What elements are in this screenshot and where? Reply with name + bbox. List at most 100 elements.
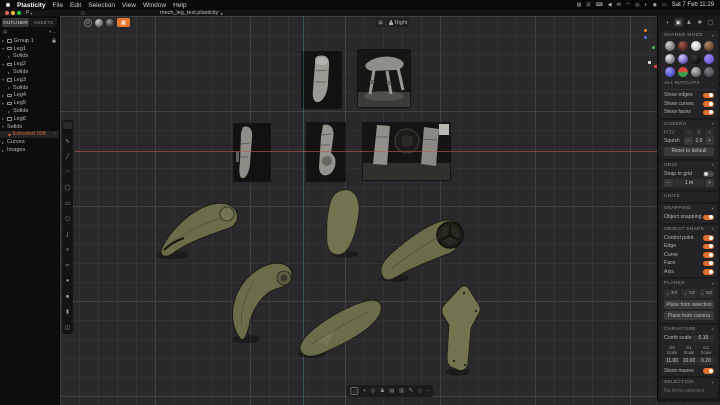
reset-to-default-button[interactable]: Reset to default (664, 146, 714, 156)
gizmo-x-axis-dot[interactable] (644, 29, 647, 32)
object-snapping-toggle[interactable] (703, 214, 714, 220)
selection-header[interactable]: SELECTION ▾ (660, 378, 718, 387)
render-tab[interactable]: ◯ (706, 18, 715, 27)
menu-window[interactable]: Window (143, 2, 166, 9)
matcap-swatch[interactable] (704, 41, 714, 51)
curvature-header[interactable]: CURVATURE ▾ (660, 325, 718, 334)
model-blob-panel[interactable] (326, 189, 360, 256)
outliner-item-leg5[interactable]: ▾ Leg5 (0, 99, 59, 107)
matcap-swatch[interactable] (691, 41, 701, 51)
plane-yz-button[interactable]: ⊥ YZ (681, 289, 697, 298)
grid-size-decrement-button[interactable]: − (664, 179, 673, 187)
show-faces-toggle[interactable] (703, 109, 714, 115)
circle-tool[interactable]: ◯ (64, 185, 70, 191)
matcap-swatch[interactable] (691, 54, 701, 64)
arc-tool[interactable]: ◠ (65, 170, 70, 176)
mail-icon[interactable]: ✉ (617, 2, 621, 8)
show-curves-toggle[interactable] (703, 101, 714, 107)
menu-view[interactable]: View (122, 2, 136, 9)
menu-help[interactable]: Help (173, 2, 186, 9)
control-point-toggle[interactable] (703, 235, 714, 241)
apple-icon[interactable] (6, 3, 10, 7)
outliner-item-solids[interactable]: ▸ Solids (0, 68, 59, 76)
comb-scale-input[interactable]: 0.10 (692, 334, 714, 342)
rect-tool[interactable]: ▭ (65, 201, 70, 207)
plane-from-selection-button[interactable]: Plane from selection (664, 300, 714, 309)
matcap-swatch[interactable] (691, 67, 701, 77)
outliner-item-solids[interactable]: ▸ Solids (0, 53, 59, 61)
spotlight-icon[interactable]: ◎ (635, 2, 639, 8)
gizmo-z-axis-dot[interactable] (644, 36, 647, 39)
shaded-mode-button[interactable] (95, 18, 103, 27)
show-edges-toggle[interactable] (703, 92, 714, 98)
outliner-item-curves[interactable]: ▸ Curves (0, 138, 59, 146)
curve-toggle[interactable] (703, 252, 714, 258)
plane-from-camera-button[interactable]: Plane from camera (664, 311, 714, 320)
view-orientation-button[interactable]: Right (387, 18, 410, 27)
outliner-item-solids[interactable]: ▸ Solids (0, 107, 59, 115)
grid-header[interactable]: GRID ▾ (660, 161, 718, 170)
wifi-icon[interactable]: ◠ (626, 2, 630, 8)
outliner-item-leg4[interactable]: ▸ Leg4 (0, 92, 59, 100)
visibility-icon[interactable]: ~ (53, 131, 56, 137)
collapse-all-icon[interactable]: − (53, 30, 56, 35)
mannequin-tool[interactable]: ♟ (380, 388, 385, 394)
shader-mode-header[interactable]: SHADER MODE ▾ (660, 31, 718, 40)
matcap-swatch[interactable] (678, 41, 688, 51)
grid-size-increment-button[interactable]: + (705, 179, 714, 187)
outliner-item-solids-root[interactable]: ▾ Solids (0, 123, 59, 131)
snap-to-grid-toggle[interactable] (703, 171, 714, 177)
trim-tool[interactable]: ✂ (65, 263, 70, 269)
squish-value[interactable]: 1.0 (694, 137, 704, 146)
matcap-swatch[interactable] (665, 54, 675, 64)
keyboard-icon[interactable]: ⌨ (596, 2, 603, 8)
stage-manager-icon[interactable]: ▤ (577, 2, 582, 8)
scene-tab[interactable]: ▣ (673, 18, 683, 27)
display-icon[interactable]: ⊡ (586, 2, 590, 8)
model-pod-with-hub[interactable] (380, 219, 464, 281)
mirror-tool[interactable]: ◫ (65, 325, 70, 331)
object-snaps-header[interactable]: OBJECT SNAPS ▾ (660, 225, 718, 234)
rendered-mode-button[interactable] (106, 18, 114, 27)
minimize-window-button[interactable] (11, 11, 15, 15)
g2-scale-input[interactable]: 0.20 (698, 356, 714, 365)
show-maxes-toggle[interactable] (703, 368, 714, 374)
matcap-swatch[interactable] (678, 67, 688, 77)
pencil-tool[interactable]: ✎ (65, 139, 70, 145)
outliner-item-solids[interactable]: ▸ Solids (0, 84, 59, 92)
add-tool[interactable]: + (363, 388, 366, 394)
tab-assets[interactable]: ASSETS (30, 18, 57, 27)
shading-tab[interactable]: ◖ (663, 18, 672, 27)
box-tool[interactable]: ◻ (65, 216, 70, 222)
outliner-item-leg1[interactable]: ▾ Leg1 (0, 45, 59, 53)
collapse-toolbar-button[interactable]: − (427, 388, 430, 394)
plane-xy-button[interactable]: ⊥ XY (664, 289, 680, 298)
squish-decrement-button[interactable]: − (684, 137, 693, 146)
matcap-swatch[interactable] (665, 41, 675, 51)
camera-header[interactable]: CAMERA ▾ (660, 120, 718, 129)
xray-mode-button[interactable]: ⊘ (84, 18, 92, 27)
settings-tab[interactable]: ✱ (695, 18, 704, 27)
menu-file[interactable]: File (53, 2, 63, 9)
note-tool[interactable]: ▤ (389, 388, 394, 394)
pose-tab[interactable]: ♟ (685, 18, 694, 27)
lock-icon[interactable] (52, 38, 56, 43)
offset-tool[interactable]: ≡ (66, 247, 69, 253)
gizmo-home-dot[interactable] (648, 61, 651, 64)
model-flat-plate[interactable] (441, 285, 481, 371)
cylinder-tool[interactable]: ▮ (66, 309, 69, 315)
primitive-tool[interactable]: ◇ (418, 388, 422, 394)
units-header[interactable]: UNITS › (660, 192, 718, 201)
g1-scale-input[interactable]: 10.00 (681, 356, 697, 365)
matcap-mode-button[interactable]: ▦ (117, 18, 130, 27)
matcap-swatch[interactable] (665, 67, 675, 77)
siri-icon[interactable]: ◉ (653, 2, 657, 8)
outliner-item-leg6[interactable]: ▸ Leg6 (0, 115, 59, 123)
sort-icon[interactable]: ▾ (49, 29, 51, 35)
filter-icon[interactable]: ▤ (3, 29, 7, 35)
toolbar-handle[interactable] (63, 122, 72, 129)
close-window-button[interactable] (5, 11, 9, 15)
grid-toggle-button[interactable]: ⊞ (376, 18, 385, 27)
control-center-icon[interactable]: ◐ (645, 2, 648, 8)
fov-increment-button[interactable]: + (705, 128, 714, 137)
